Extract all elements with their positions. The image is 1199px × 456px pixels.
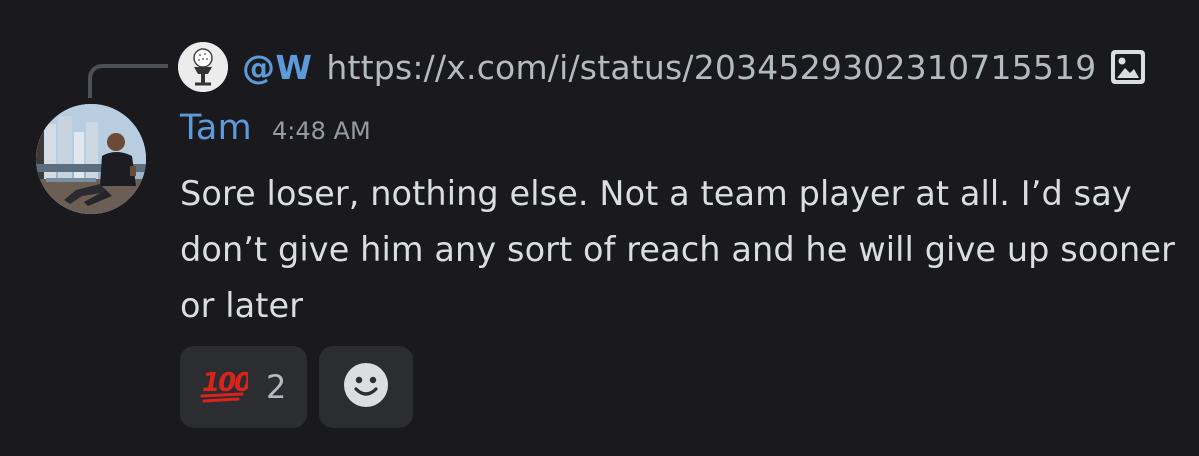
reaction-count: 2 [266,368,287,406]
user-avatar[interactable] [36,104,146,214]
add-reaction-button[interactable] [319,346,413,428]
reactions-bar: 100 2 [180,346,413,428]
message-text: Sore loser, nothing else. Not a team pla… [180,174,1175,325]
chat-message: @W https://x.com/i/status/20345293023107… [0,0,1199,456]
reply-content-link[interactable]: https://x.com/i/status/20345293023107155… [326,48,1096,87]
reply-preview[interactable]: @W https://x.com/i/status/20345293023107… [178,42,1146,92]
reaction-100[interactable]: 100 2 [180,346,307,428]
image-icon [1110,49,1146,85]
message-header: Tam 4:48 AM [180,108,371,148]
username[interactable]: Tam [180,108,252,148]
reply-connector [88,64,168,98]
reply-author[interactable]: @W [242,48,312,87]
smiley-icon [343,362,389,412]
reply-avatar-golf-ball-icon[interactable] [178,42,228,92]
hundred-points-icon: 100 [200,365,254,410]
timestamp[interactable]: 4:48 AM [272,117,371,145]
